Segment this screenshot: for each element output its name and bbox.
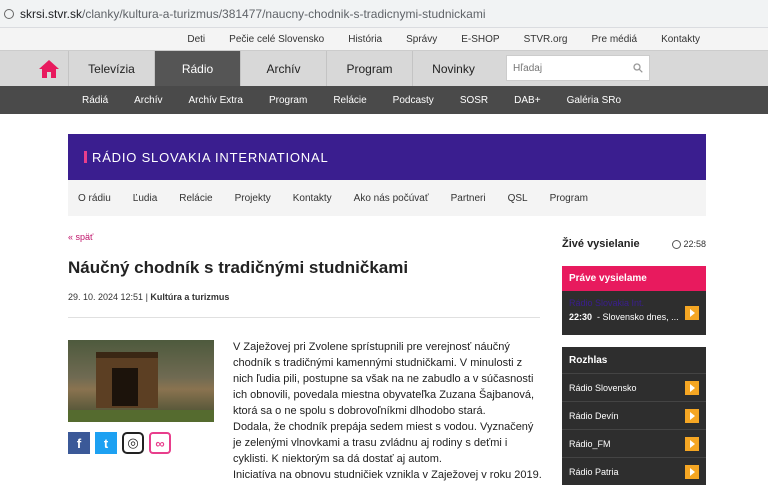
rsinav-ako-pocuvat[interactable]: Ako nás počúvať	[354, 193, 429, 204]
rsinav-program[interactable]: Program	[550, 193, 588, 204]
clock-icon	[672, 239, 682, 249]
live-time-value: 22:58	[683, 239, 706, 249]
photo-well-door	[112, 368, 138, 406]
subnav-archiv-extra[interactable]: Archív Extra	[188, 95, 242, 106]
subnav-relacie[interactable]: Relácie	[333, 95, 366, 106]
station-item[interactable]: Rádio Patria	[562, 457, 706, 485]
banner-accent-bar	[84, 151, 87, 163]
station-item[interactable]: Rádio_FM	[562, 429, 706, 457]
tab-radio[interactable]: Rádio	[154, 51, 240, 86]
live-time: 22:58	[672, 238, 706, 250]
tab-program[interactable]: Program	[326, 51, 412, 86]
rsinav-kontakty[interactable]: Kontakty	[293, 193, 332, 204]
url-host: skrsi.stvr.sk	[20, 6, 82, 21]
subnav-dab[interactable]: DAB+	[514, 95, 540, 106]
now-time: 22:30	[569, 312, 593, 322]
play-icon[interactable]	[685, 306, 699, 320]
subnav-radia[interactable]: Rádiá	[82, 95, 108, 106]
url-path: /clanky/kultura-a-turizmus/381477/naucny…	[82, 6, 486, 21]
subnav-galeria[interactable]: Galéria SRo	[567, 95, 621, 106]
tab-archiv[interactable]: Archív	[240, 51, 326, 86]
article-photo[interactable]	[68, 340, 214, 422]
rsi-nav: O rádiu Ľudia Relácie Projekty Kontakty …	[68, 180, 706, 216]
station-item[interactable]: Rádio Slovensko	[562, 373, 706, 401]
rozhlas-header: Rozhlas	[562, 347, 706, 373]
live-header: Živé vysielanie 22:58	[562, 238, 706, 250]
live-label: Živé vysielanie	[562, 238, 640, 250]
now-playing[interactable]: Rádio Slovakia Int. 22:30 - Slovensko dne…	[562, 291, 706, 335]
now-channel-label: Rádio	[569, 298, 593, 308]
topnav-link-kontakty[interactable]: Kontakty	[661, 34, 700, 45]
topnav-link-premedia[interactable]: Pre médiá	[592, 34, 638, 45]
subnav-program[interactable]: Program	[269, 95, 307, 106]
subnav-podcasty[interactable]: Podcasty	[393, 95, 434, 106]
play-icon[interactable]	[685, 437, 699, 451]
twitter-icon[interactable]: t	[95, 432, 117, 454]
article-meta: 29. 10. 2024 12:51 | Kultúra a turizmus	[68, 292, 229, 302]
article-category[interactable]: Kultúra a turizmus	[150, 292, 229, 302]
radio-subnav: Rádiá Archív Archív Extra Program Reláci…	[0, 86, 768, 114]
home-icon	[39, 59, 59, 78]
subnav-sosr[interactable]: SOSR	[460, 95, 488, 106]
rsinav-ludia[interactable]: Ľudia	[133, 193, 157, 204]
facebook-icon[interactable]: f	[68, 432, 90, 454]
article-title: Náučný chodník s tradičnými studničkami	[68, 258, 409, 277]
subnav-archiv[interactable]: Archív	[134, 95, 162, 106]
article-date: 29. 10. 2024 12:51	[68, 292, 144, 302]
station-list: Rádio Slovensko Rádio Devín Rádio_FM Rád…	[562, 373, 706, 485]
topnav-link-pecie[interactable]: Pečie celé Slovensko	[229, 34, 324, 45]
topnav-link-stvrorg[interactable]: STVR.org	[524, 34, 568, 45]
station-name: Rádio Patria	[569, 466, 619, 477]
search-box	[506, 55, 650, 81]
rsinav-partneri[interactable]: Partneri	[451, 193, 486, 204]
search-input[interactable]	[513, 62, 633, 74]
topnav-link-spravy[interactable]: Správy	[406, 34, 437, 45]
article-paragraph: V Zaježovej pri Zvolene sprístupnili pre…	[233, 341, 535, 417]
now-channel-name: Slovakia Int.	[595, 298, 645, 308]
now-channel: Rádio Slovakia Int.	[569, 298, 699, 308]
play-icon[interactable]	[685, 409, 699, 423]
now-show: - Slovensko dnes, ...	[597, 312, 679, 322]
station-name: Rádio Slovensko	[569, 382, 637, 393]
play-icon[interactable]	[685, 465, 699, 479]
tab-televizia[interactable]: Televízia	[68, 51, 154, 86]
back-link[interactable]: « späť	[68, 232, 93, 242]
rsinav-o-radiu[interactable]: O rádiu	[78, 193, 111, 204]
share-buttons: f t ◎ ∞	[68, 432, 176, 454]
rsi-banner[interactable]: RÁDIO SLOVAKIA INTERNATIONAL	[68, 134, 706, 180]
station-item[interactable]: Rádio Devín	[562, 401, 706, 429]
article-paragraph: Dodala, že chodník prepája sedem miest s…	[233, 421, 534, 465]
rsinav-relacie[interactable]: Relácie	[179, 193, 212, 204]
main-nav: Televízia Rádio Archív Program Novinky	[0, 50, 768, 86]
site-info-icon[interactable]	[4, 8, 14, 19]
article-paragraph: Iniciatíva na obnovu studničiek vznikla …	[233, 469, 542, 481]
browser-url-bar[interactable]: skrsi.stvr.sk/clanky/kultura-a-turizmus/…	[0, 0, 768, 28]
search-icon[interactable]	[633, 63, 643, 73]
now-playing-header: Práve vysielame	[562, 266, 706, 291]
station-name: Rádio_FM	[569, 438, 611, 449]
play-icon[interactable]	[685, 381, 699, 395]
divider	[68, 317, 540, 318]
station-name: Rádio Devín	[569, 410, 619, 421]
home-button[interactable]	[0, 51, 68, 86]
now-program: 22:30 - Slovensko dnes, ...	[569, 312, 699, 322]
article-body: V Zaježovej pri Zvolene sprístupnili pre…	[233, 339, 543, 483]
tab-novinky[interactable]: Novinky	[412, 51, 494, 86]
topnav-link-historia[interactable]: História	[348, 34, 382, 45]
topnav-link-eshop[interactable]: E-SHOP	[461, 34, 499, 45]
rsinav-qsl[interactable]: QSL	[508, 193, 528, 204]
link-icon[interactable]: ∞	[149, 432, 171, 454]
photo-ground	[68, 410, 214, 422]
rsinav-projekty[interactable]: Projekty	[235, 193, 271, 204]
instagram-icon[interactable]: ◎	[122, 432, 144, 454]
topnav-link-deti[interactable]: Deti	[187, 34, 205, 45]
banner-title: RÁDIO SLOVAKIA INTERNATIONAL	[92, 149, 329, 165]
top-utility-nav: Deti Pečie celé Slovensko História Správ…	[0, 28, 768, 50]
